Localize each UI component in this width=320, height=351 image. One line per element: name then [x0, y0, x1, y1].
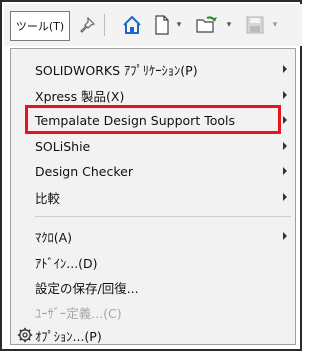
- menu-item-design-checker[interactable]: Design Checker: [11, 159, 295, 183]
- submenu-arrow-icon: [283, 65, 287, 73]
- menu-item-label: Xpress 製品(X): [35, 88, 125, 104]
- submenu-arrow-icon: [283, 91, 287, 99]
- menu-divider: [35, 216, 291, 217]
- menu-item-label: ﾏｸﾛ(A): [35, 229, 73, 245]
- menu-item-compare[interactable]: 比較: [11, 185, 295, 209]
- menu-item-xpress-products[interactable]: Xpress 製品(X): [11, 83, 295, 107]
- menu-item-label: ﾕｰｻﾞｰ定義...(C): [35, 305, 122, 321]
- menu-item-customize: ﾕｰｻﾞｰ定義...(C): [11, 300, 295, 324]
- submenu-arrow-icon: [283, 167, 287, 175]
- chevron-down-icon[interactable]: ▾: [174, 13, 184, 37]
- menu-item-label: 比較: [35, 190, 61, 206]
- menu-item-label: Design Checker: [35, 163, 133, 179]
- submenu-arrow-icon: [283, 193, 287, 201]
- toolbar-separator: [104, 14, 105, 36]
- menu-item-save-restore-settings[interactable]: 設定の保存/回復...: [11, 275, 295, 299]
- gear-icon: [17, 327, 33, 343]
- menu-item-solishie[interactable]: SOLiShie: [11, 134, 295, 158]
- new-document-icon[interactable]: [152, 13, 172, 37]
- screenshot-frame: ツール(T) ▾ ▾ ▾ SOLIDWORKS ｱﾌﾟﾘｹｰｼｮﾝ(P) Xpr…: [0, 0, 302, 351]
- highlight-box: [25, 105, 281, 134]
- submenu-arrow-icon: [283, 142, 287, 150]
- menu-item-label: 設定の保存/回復...: [35, 280, 139, 296]
- chevron-down-icon[interactable]: ▾: [270, 13, 280, 37]
- chevron-down-icon[interactable]: ▾: [224, 13, 234, 37]
- tools-menu-button[interactable]: ツール(T): [10, 11, 70, 41]
- menu-item-label: ｵﾌﾟｼｮﾝ...(P): [35, 328, 102, 344]
- menu-item-label: SOLiShie: [35, 138, 91, 154]
- tools-dropdown-menu: SOLIDWORKS ｱﾌﾟﾘｹｰｼｮﾝ(P) Xpress 製品(X) Tem…: [10, 48, 296, 345]
- open-folder-icon[interactable]: [194, 13, 220, 37]
- submenu-arrow-icon: [283, 232, 287, 240]
- menu-item-solidworks-applications[interactable]: SOLIDWORKS ｱﾌﾟﾘｹｰｼｮﾝ(P): [11, 57, 295, 81]
- submenu-arrow-icon: [283, 116, 287, 124]
- menu-item-label: ｱﾄﾞｲﾝ...(D): [35, 255, 98, 271]
- pin-icon[interactable]: [76, 13, 98, 37]
- save-icon[interactable]: [244, 13, 266, 37]
- home-icon[interactable]: [120, 13, 144, 37]
- toolbar: ツール(T) ▾ ▾ ▾: [4, 4, 302, 46]
- menu-item-options[interactable]: ｵﾌﾟｼｮﾝ...(P): [11, 323, 295, 347]
- menu-item-add-ins[interactable]: ｱﾄﾞｲﾝ...(D): [11, 250, 295, 274]
- menu-item-macro[interactable]: ﾏｸﾛ(A): [11, 224, 295, 248]
- menu-item-label: SOLIDWORKS ｱﾌﾟﾘｹｰｼｮﾝ(P): [35, 62, 198, 78]
